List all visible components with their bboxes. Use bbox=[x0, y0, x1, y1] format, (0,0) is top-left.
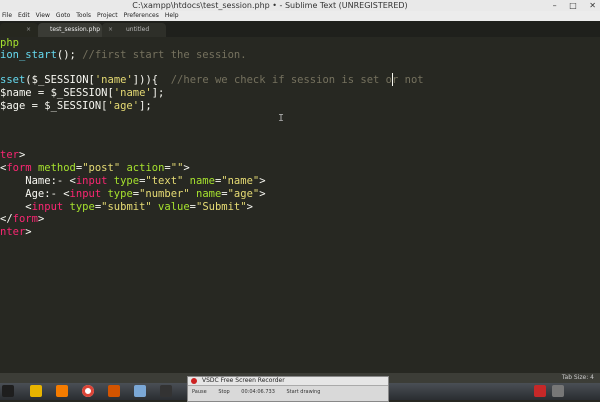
screen-recorder-window: VSDC Free Screen Recorder Pause Stop 00:… bbox=[187, 376, 389, 402]
pause-button[interactable]: Pause bbox=[192, 389, 207, 395]
stop-button[interactable]: Stop bbox=[218, 389, 229, 395]
code-line: ion_start(); //first start the session. bbox=[0, 49, 247, 61]
recorder-title: VSDC Free Screen Recorder bbox=[188, 377, 388, 386]
start-icon[interactable] bbox=[2, 385, 14, 397]
code-line: Name:- <input type="text" name="name"> bbox=[0, 175, 266, 187]
code-line: nter> bbox=[0, 226, 32, 238]
recorder-tray-icon[interactable] bbox=[534, 385, 546, 397]
code-line: <form method="post" action=""> bbox=[0, 162, 190, 174]
code-line: $name = $_SESSION['name']; bbox=[0, 87, 165, 99]
tab-bar: × test_session.php × untitled × bbox=[0, 21, 600, 37]
ibeam-cursor-icon: I bbox=[278, 113, 285, 124]
tab-hidden[interactable]: × bbox=[0, 23, 38, 37]
menu-project[interactable]: Project bbox=[97, 12, 118, 19]
code-line: </form> bbox=[0, 213, 45, 225]
maximize-button[interactable]: □ bbox=[569, 1, 577, 10]
code-line: sset($_SESSION['name'])){ //here we chec… bbox=[0, 74, 424, 86]
explorer-icon[interactable] bbox=[134, 385, 146, 397]
sublime-icon[interactable] bbox=[160, 385, 172, 397]
tab-size-indicator[interactable]: Tab Size: 4 bbox=[562, 373, 594, 383]
menu-file[interactable]: File bbox=[2, 12, 12, 19]
close-button[interactable]: ✕ bbox=[589, 1, 596, 10]
menu-bar: File Edit View Goto Tools Project Preferences H… bbox=[0, 11, 600, 21]
start-drawing-button[interactable]: Start drawing bbox=[286, 389, 320, 395]
folder-icon[interactable] bbox=[30, 385, 42, 397]
tab-test-session[interactable]: test_session.php × bbox=[38, 23, 125, 37]
menu-edit[interactable]: Edit bbox=[18, 12, 30, 19]
window-title: C:\xampp\htdocs\test_session.php • - Sub… bbox=[132, 1, 408, 10]
record-icon bbox=[191, 378, 197, 384]
code-editor[interactable]: php ion_start(); //first start the sessi… bbox=[0, 37, 600, 373]
xampp-icon[interactable] bbox=[56, 385, 68, 397]
menu-tools[interactable]: Tools bbox=[76, 12, 91, 19]
tab-close-icon[interactable]: × bbox=[108, 23, 113, 37]
code-line: Age:- <input type="number" name="age"> bbox=[0, 188, 266, 200]
tab-label: test_session.php bbox=[50, 26, 101, 33]
text-cursor bbox=[392, 73, 393, 86]
tab-untitled[interactable]: untitled × bbox=[102, 23, 166, 37]
minimize-button[interactable]: – bbox=[553, 1, 557, 10]
tab-close-icon[interactable]: × bbox=[26, 23, 31, 37]
tray-icon[interactable] bbox=[552, 385, 564, 397]
recording-time: 00:04:06.733 bbox=[241, 389, 275, 395]
paint-icon[interactable] bbox=[108, 385, 120, 397]
code-line: $age = $_SESSION['age']; bbox=[0, 100, 152, 112]
code-line: ter> bbox=[0, 149, 26, 161]
tab-label: untitled bbox=[126, 26, 150, 33]
chrome-icon[interactable] bbox=[82, 385, 94, 397]
menu-preferences[interactable]: Preferences bbox=[124, 12, 159, 19]
menu-help[interactable]: Help bbox=[165, 12, 179, 19]
menu-view[interactable]: View bbox=[36, 12, 50, 19]
menu-goto[interactable]: Goto bbox=[56, 12, 70, 19]
